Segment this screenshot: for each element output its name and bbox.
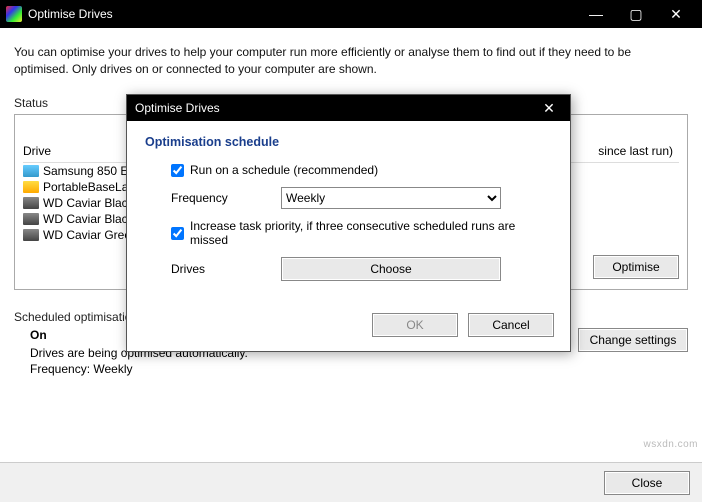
dialog-ok-button[interactable]: OK bbox=[372, 313, 458, 337]
choose-drives-button[interactable]: Choose bbox=[281, 257, 501, 281]
run-schedule-checkbox[interactable] bbox=[171, 164, 184, 177]
run-schedule-label: Run on a schedule (recommended) bbox=[190, 163, 378, 177]
dialog-title: Optimise Drives bbox=[135, 101, 536, 115]
drive-icon bbox=[23, 213, 39, 225]
maximize-button[interactable]: ▢ bbox=[616, 0, 656, 28]
drive-icon bbox=[23, 197, 39, 209]
frequency-select[interactable]: DailyWeeklyMonthly bbox=[281, 187, 501, 209]
drives-label: Drives bbox=[171, 262, 281, 276]
description-text: You can optimise your drives to help you… bbox=[14, 44, 688, 78]
main-titlebar: Optimise Drives — ▢ ✕ bbox=[0, 0, 702, 28]
dialog-titlebar: Optimise Drives ✕ bbox=[127, 95, 570, 121]
drive-icon bbox=[23, 181, 39, 193]
app-icon bbox=[6, 6, 22, 22]
window-title: Optimise Drives bbox=[28, 7, 576, 21]
dialog-close-icon[interactable]: ✕ bbox=[536, 100, 562, 117]
drive-name: WD Caviar Black bbox=[43, 196, 134, 210]
drive-icon bbox=[23, 229, 39, 241]
dialog-cancel-button[interactable]: Cancel bbox=[468, 313, 554, 337]
optimise-button[interactable]: Optimise bbox=[593, 255, 679, 279]
priority-label: Increase task priority, if three consecu… bbox=[190, 219, 552, 247]
dialog-heading: Optimisation schedule bbox=[145, 135, 552, 149]
schedule-dialog: Optimise Drives ✕ Optimisation schedule … bbox=[126, 94, 571, 352]
close-main-button[interactable]: Close bbox=[604, 471, 690, 495]
close-button[interactable]: ✕ bbox=[656, 0, 696, 28]
drive-name: WD Caviar Green bbox=[43, 228, 138, 242]
minimize-button[interactable]: — bbox=[576, 0, 616, 28]
frequency-label: Frequency bbox=[171, 191, 281, 205]
priority-checkbox[interactable] bbox=[171, 227, 184, 240]
schedule-line2: Frequency: Weekly bbox=[30, 362, 248, 376]
drive-icon bbox=[23, 165, 39, 177]
footer: Close bbox=[0, 462, 702, 502]
change-settings-button[interactable]: Change settings bbox=[578, 328, 688, 352]
priority-row[interactable]: Increase task priority, if three consecu… bbox=[171, 219, 552, 247]
run-schedule-row[interactable]: Run on a schedule (recommended) bbox=[171, 163, 552, 177]
watermark: wsxdn.com bbox=[643, 439, 698, 450]
drive-name: WD Caviar Black bbox=[43, 212, 134, 226]
